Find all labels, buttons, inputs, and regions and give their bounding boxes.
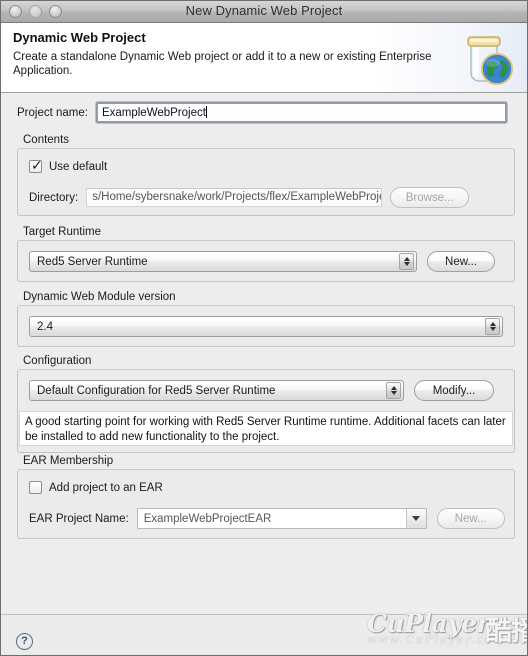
wizard-page-title: Dynamic Web Project [13, 30, 146, 45]
project-name-row: Project name: ExampleWebProject [17, 102, 515, 123]
stepper-arrows-icon[interactable] [386, 382, 401, 399]
target-runtime-group-title: Target Runtime [23, 226, 101, 238]
directory-input: s/Home/sybersnake/work/Projects/flex/Exa… [86, 188, 383, 207]
contents-group-title: Contents [23, 134, 70, 146]
help-icon[interactable]: ? [16, 633, 33, 650]
ear-project-name-row: EAR Project Name: ExampleWebProjectEAR N… [29, 508, 505, 529]
window-title: New Dynamic Web Project [185, 3, 343, 18]
browse-button[interactable]: Browse... [390, 187, 470, 208]
target-runtime-combo[interactable]: Red5 Server Runtime [29, 251, 417, 272]
target-runtime-new-button[interactable]: New... [427, 251, 495, 272]
target-runtime-value: Red5 Server Runtime [37, 255, 148, 268]
chevron-down-icon[interactable] [405, 509, 426, 528]
ear-membership-group: EAR Membership Add project to an EAR EAR… [17, 455, 515, 539]
new-dynamic-web-project-dialog: New Dynamic Web Project Dynamic Web Proj… [0, 0, 528, 656]
configuration-combo[interactable]: Default Configuration for Red5 Server Ru… [29, 380, 404, 401]
ear-membership-group-box: Add project to an EAR EAR Project Name: … [17, 469, 515, 539]
contents-group-box: ✓ Use default Directory: s/Home/sybersna… [17, 148, 515, 216]
text-caret [205, 106, 207, 118]
ear-project-name-label: EAR Project Name: [29, 512, 129, 525]
configuration-group-title: Configuration [23, 355, 92, 367]
stepper-arrows-icon[interactable] [399, 253, 414, 270]
stepper-arrows-icon[interactable] [485, 318, 500, 335]
checkmark-icon: ✓ [31, 157, 43, 173]
configuration-group-box: Default Configuration for Red5 Server Ru… [17, 369, 515, 453]
target-runtime-group-box: Red5 Server Runtime New... [17, 240, 515, 282]
directory-label: Directory: [29, 191, 79, 204]
configuration-description: A good starting point for working with R… [19, 411, 513, 446]
wizard-body: Project name: ExampleWebProject Contents… [1, 93, 527, 614]
configuration-row: Default Configuration for Red5 Server Ru… [29, 380, 494, 401]
module-version-value: 2.4 [37, 320, 53, 333]
module-version-row: 2.4 [29, 316, 503, 337]
project-name-value: ExampleWebProject [101, 107, 206, 119]
directory-value: s/Home/sybersnake/work/Projects/flex/Exa… [92, 191, 383, 203]
ear-membership-group-title: EAR Membership [23, 455, 114, 467]
configuration-group: Configuration Default Configuration for … [17, 355, 515, 453]
use-default-checkbox-row[interactable]: ✓ Use default [29, 157, 108, 173]
contents-group: Contents ✓ Use default Directory: s/Home… [17, 134, 515, 216]
project-name-input[interactable]: ExampleWebProject [95, 102, 507, 123]
module-version-group: Dynamic Web Module version 2.4 [17, 291, 515, 347]
modify-button-label: Modify... [432, 384, 476, 397]
target-runtime-new-label: New... [445, 255, 477, 268]
module-version-group-title: Dynamic Web Module version [23, 291, 176, 303]
module-version-combo[interactable]: 2.4 [29, 316, 503, 337]
wizard-footer: ? < Back Next > Cancel Finish [1, 614, 527, 655]
wizard-header: Dynamic Web Project Create a standalone … [1, 23, 527, 93]
target-runtime-group: Target Runtime Red5 Server Runtime New..… [17, 226, 515, 282]
ear-new-button[interactable]: New... [436, 508, 505, 529]
use-default-checkbox[interactable]: ✓ [29, 157, 43, 173]
configuration-value: Default Configuration for Red5 Server Ru… [37, 384, 276, 397]
browse-button-label: Browse... [405, 191, 454, 204]
ear-project-name-combo[interactable]: ExampleWebProjectEAR [136, 508, 427, 529]
window-titlebar: New Dynamic Web Project [1, 1, 527, 23]
wizard-page-description: Create a standalone Dynamic Web project … [13, 51, 432, 77]
project-name-label: Project name: [17, 106, 88, 119]
use-default-label: Use default [49, 160, 108, 173]
add-to-ear-label: Add project to an EAR [49, 481, 163, 494]
ear-new-button-label: New... [454, 512, 487, 525]
add-to-ear-checkbox[interactable] [29, 481, 42, 494]
ear-project-name-value: ExampleWebProjectEAR [143, 512, 272, 525]
module-version-group-box: 2.4 [17, 305, 515, 347]
directory-row: Directory: s/Home/sybersnake/work/Projec… [29, 187, 505, 208]
add-to-ear-checkbox-row[interactable]: Add project to an EAR [29, 481, 163, 494]
target-runtime-row: Red5 Server Runtime New... [29, 251, 495, 272]
modify-button[interactable]: Modify... [414, 380, 494, 401]
web-project-jar-globe-icon [455, 29, 517, 89]
